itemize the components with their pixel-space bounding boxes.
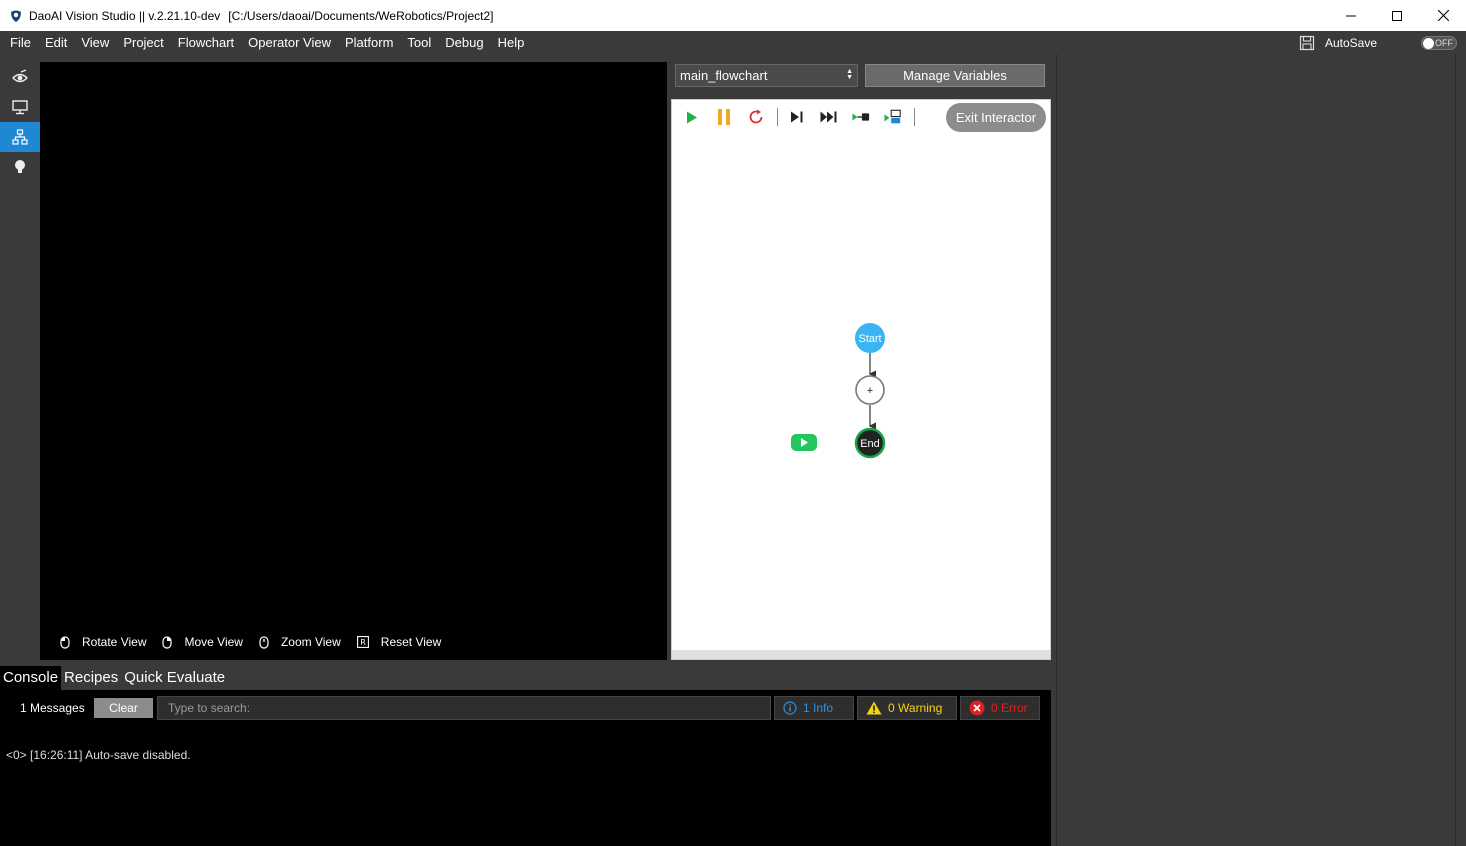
menu-help[interactable]: Help	[491, 31, 532, 54]
move-view-label: Move View	[184, 635, 243, 649]
menu-flowchart[interactable]: Flowchart	[171, 31, 241, 54]
window-title: DaoAI Vision Studio || v.2.21.10-dev [C:/…	[29, 9, 493, 23]
rail-lightbulb-button[interactable]	[0, 152, 40, 182]
monitor-icon	[12, 100, 28, 115]
run-marker-icon[interactable]	[791, 434, 817, 451]
end-node[interactable]: End	[854, 427, 886, 459]
rail-flowchart-button[interactable]	[0, 122, 40, 152]
console-search-input[interactable]	[157, 696, 771, 720]
menu-operator-view[interactable]: Operator View	[241, 31, 338, 54]
rotate-view-hint: Rotate View	[60, 635, 146, 649]
camera-icon	[12, 69, 28, 83]
mouse-scroll-icon	[259, 635, 269, 649]
menu-debug[interactable]: Debug	[438, 31, 490, 54]
autosave-area: AutoSave OFF	[1299, 31, 1466, 54]
menu-project[interactable]: Project	[116, 31, 170, 54]
minimize-icon	[1346, 15, 1356, 16]
flowchart-icon	[12, 129, 28, 145]
console-panel: 1 Messages Clear 1 Info 0 Warning 0 Erro…	[0, 690, 1051, 846]
view-controls: Rotate View Move View Zoom View R Reset …	[60, 635, 457, 649]
flowchart-graph: Start + End	[791, 323, 886, 459]
lightbulb-icon	[15, 160, 25, 173]
bottom-tabs: Console Recipes Quick Evaluate	[0, 666, 228, 690]
tab-quick-evaluate[interactable]: Quick Evaluate	[121, 666, 228, 690]
app-title: DaoAI Vision Studio || v.2.21.10-dev	[29, 8, 221, 23]
start-node[interactable]: Start	[855, 323, 885, 353]
console-toolbar: 1 Messages Clear 1 Info 0 Warning 0 Erro…	[0, 696, 1051, 720]
menu-view[interactable]: View	[74, 31, 116, 54]
reset-view-label: Reset View	[380, 635, 442, 649]
rotate-view-label: Rotate View	[82, 635, 147, 649]
add-node-label: +	[867, 385, 873, 397]
maximize-button[interactable]	[1374, 0, 1420, 31]
flowchart-horizontal-scrollbar[interactable]	[672, 650, 1050, 659]
info-count: 1 Info	[803, 701, 834, 715]
flowchart-header: main_flowchart ▲ ▼ Manage Variables	[675, 64, 1047, 88]
toggle-state-text: OFF	[1435, 37, 1453, 48]
mouse-left-icon	[60, 635, 70, 649]
left-tool-rail	[0, 62, 40, 660]
properties-panel	[1056, 54, 1456, 846]
menu-platform[interactable]: Platform	[338, 31, 400, 54]
title-bar: DaoAI Vision Studio || v.2.21.10-dev [C:/…	[0, 0, 1466, 31]
warning-count: 0 Warning	[888, 701, 943, 715]
flowchart-canvas[interactable]: Exit Interactor Start + End	[671, 99, 1051, 660]
info-icon	[783, 701, 797, 715]
close-button[interactable]	[1420, 0, 1466, 31]
svg-text:R: R	[360, 638, 366, 647]
rail-camera-button[interactable]	[0, 62, 40, 92]
end-node-label: End	[860, 438, 880, 450]
minimize-button[interactable]	[1328, 0, 1374, 31]
tab-console[interactable]: Console	[0, 666, 62, 690]
error-icon	[969, 700, 985, 716]
close-icon	[1437, 10, 1449, 21]
log-message: <0> [16:26:11] Auto-save disabled.	[6, 748, 191, 762]
project-path: [C:/Users/daoai/Documents/WeRobotics/Pro…	[228, 8, 494, 23]
zoom-view-hint: Zoom View	[259, 635, 341, 649]
app-logo-icon	[11, 10, 21, 22]
manage-variables-button[interactable]: Manage Variables	[865, 64, 1045, 87]
r-key-icon: R	[356, 636, 369, 648]
start-node-label: Start	[858, 333, 881, 345]
message-count: 1 Messages	[20, 701, 85, 715]
autosave-label: AutoSave	[1324, 35, 1377, 50]
3d-viewport[interactable]: Rotate View Move View Zoom View R Reset …	[40, 62, 667, 660]
maximize-icon	[1392, 10, 1402, 21]
mouse-right-icon	[162, 635, 173, 649]
save-icon[interactable]	[1299, 35, 1315, 51]
error-count: 0 Error	[991, 701, 1028, 715]
move-view-hint: Move View	[162, 635, 243, 649]
autosave-toggle[interactable]: OFF	[1421, 35, 1457, 50]
flowchart-select[interactable]: main_flowchart ▲ ▼	[675, 64, 858, 87]
error-filter-button[interactable]: 0 Error	[960, 696, 1040, 720]
toggle-knob	[1423, 37, 1434, 49]
zoom-view-label: Zoom View	[280, 635, 341, 649]
flowchart-select-value: main_flowchart	[680, 68, 768, 83]
menu-bar: File Edit View Project Flowchart Operato…	[0, 31, 1466, 54]
warning-icon	[866, 701, 882, 715]
tab-recipes[interactable]: Recipes	[61, 666, 121, 690]
menu-edit[interactable]: Edit	[38, 31, 74, 54]
info-filter-button[interactable]: 1 Info	[774, 696, 854, 720]
menu-file[interactable]: File	[0, 31, 38, 54]
select-caret-icon: ▲ ▼	[846, 68, 853, 81]
reset-view-hint: R Reset View	[356, 635, 442, 649]
add-node[interactable]: +	[855, 375, 885, 405]
clear-button[interactable]: Clear	[94, 698, 153, 718]
warning-filter-button[interactable]: 0 Warning	[857, 696, 957, 720]
menu-tool[interactable]: Tool	[400, 31, 438, 54]
rail-monitor-button[interactable]	[0, 92, 40, 122]
